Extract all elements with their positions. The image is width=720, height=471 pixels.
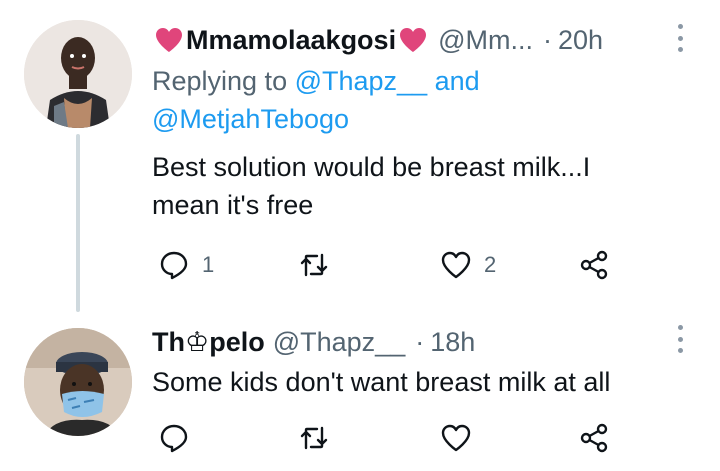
action-bar: 1 2 [152, 245, 632, 285]
tweet-1[interactable]: Mmamolaakgosi @Mm... · 20h Replying to @… [0, 0, 720, 315]
reply-button[interactable] [158, 418, 202, 458]
mention-link[interactable]: @Thapz__ [295, 66, 427, 96]
retweet-button[interactable] [298, 418, 342, 458]
replying-prefix: Replying to [152, 66, 288, 96]
avatar[interactable] [24, 328, 132, 436]
like-button[interactable] [440, 418, 484, 458]
display-name-text: Mmamolaakgosi [186, 24, 397, 55]
tweet-text-line: mean it's free [152, 190, 314, 220]
tweet-header: Th ♔ pelo @Thapz__ · 18h [152, 322, 475, 362]
avatar-image [24, 328, 132, 436]
more-icon[interactable] [678, 24, 686, 52]
like-icon [441, 424, 471, 452]
retweet-button[interactable] [298, 245, 342, 285]
separator-dot: · [542, 24, 552, 55]
heart-emoji-icon [156, 28, 182, 52]
reply-button[interactable]: 1 [158, 245, 214, 285]
display-name-post: pelo [209, 326, 265, 357]
mention-joiner: and [434, 66, 480, 96]
timestamp[interactable]: 18h [430, 327, 475, 358]
thread-connector-line [76, 134, 80, 312]
reply-icon [160, 251, 188, 280]
crown-emoji-icon: ♔ [185, 326, 210, 357]
display-name-pre: Th [152, 326, 185, 357]
more-icon[interactable] [678, 325, 686, 353]
avatar-image [24, 20, 132, 128]
reply-count: 1 [202, 252, 215, 277]
tweet-text: Best solution would be breast milk...I m… [152, 148, 692, 224]
avatar[interactable] [24, 20, 132, 128]
share-icon [580, 423, 608, 453]
timestamp[interactable]: 20h [558, 25, 603, 56]
like-icon [441, 251, 471, 279]
reply-icon [160, 424, 188, 453]
like-button[interactable]: 2 [440, 245, 496, 285]
user-handle[interactable]: @Thapz__ [273, 327, 405, 358]
action-bar [152, 418, 632, 458]
user-handle[interactable]: @Mm... [438, 25, 533, 56]
display-name[interactable]: Th ♔ pelo [152, 327, 265, 358]
tweet-header: Mmamolaakgosi @Mm... · 20h [152, 20, 603, 60]
tweet-text-line: Best solution would be breast milk...I [152, 152, 591, 182]
display-name[interactable]: Mmamolaakgosi [152, 25, 430, 56]
separator-dot: · [415, 326, 425, 357]
like-count: 2 [484, 252, 497, 277]
retweet-icon [300, 426, 328, 450]
retweet-icon [300, 253, 328, 277]
share-icon [580, 250, 608, 280]
mention-link[interactable]: @MetjahTebogo [152, 104, 349, 134]
share-button[interactable] [578, 245, 610, 285]
share-button[interactable] [578, 418, 610, 458]
replying-to: Replying to @Thapz__ and @MetjahTebogo [152, 62, 692, 138]
heart-emoji-icon [400, 28, 427, 52]
tweet-text: Some kids don't want breast milk at all [152, 367, 611, 397]
